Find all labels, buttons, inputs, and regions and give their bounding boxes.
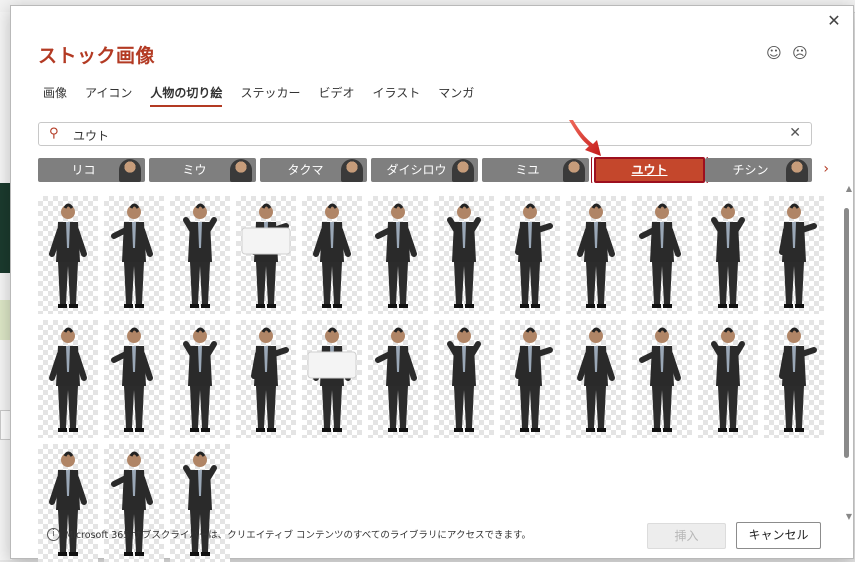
image-result-item[interactable] bbox=[698, 196, 758, 314]
image-result-item[interactable] bbox=[38, 196, 98, 314]
image-result-item[interactable] bbox=[632, 320, 692, 438]
person-chip-label: チシン bbox=[732, 163, 769, 177]
category-tabs: 画像 アイコン 人物の切り絵 ステッカー ビデオ イラスト マンガ bbox=[43, 84, 492, 107]
feedback-buttons: ☺ ☹ bbox=[765, 44, 809, 62]
image-result-item[interactable] bbox=[500, 320, 560, 438]
image-result-item[interactable] bbox=[38, 320, 98, 438]
tab-images[interactable]: 画像 bbox=[43, 84, 67, 107]
image-result-item[interactable] bbox=[368, 320, 428, 438]
person-chip-takuma[interactable]: タクマ bbox=[260, 158, 367, 182]
person-chip-daishirou[interactable]: ダイシロウ bbox=[371, 158, 478, 182]
person-chip-miu[interactable]: ミウ bbox=[149, 158, 256, 182]
image-result-item[interactable] bbox=[170, 196, 230, 314]
image-result-item[interactable] bbox=[236, 196, 296, 314]
scrollbar-thumb[interactable] bbox=[844, 208, 849, 458]
image-result-item[interactable] bbox=[434, 196, 494, 314]
person-chip-riko[interactable]: リコ bbox=[38, 158, 145, 182]
search-input[interactable] bbox=[71, 124, 775, 146]
stock-images-dialog: ✕ ストック画像 ☺ ☹ 画像 アイコン 人物の切り絵 ステッカー ビデオ イラ… bbox=[10, 5, 854, 562]
image-result-item[interactable] bbox=[566, 320, 626, 438]
close-icon[interactable]: ✕ bbox=[823, 10, 845, 32]
image-result-item[interactable] bbox=[302, 320, 362, 438]
tab-icons[interactable]: アイコン bbox=[85, 84, 132, 107]
person-chip-miyu[interactable]: ミユ bbox=[482, 158, 589, 182]
tab-illustrations[interactable]: イラスト bbox=[372, 84, 420, 107]
image-result-item[interactable] bbox=[368, 196, 428, 314]
image-result-item[interactable] bbox=[38, 444, 98, 562]
cancel-button[interactable]: キャンセル bbox=[736, 522, 821, 549]
person-chip-label: リコ bbox=[71, 163, 96, 177]
smile-icon[interactable]: ☺ bbox=[765, 44, 783, 62]
image-result-item[interactable] bbox=[500, 196, 560, 314]
avatar bbox=[452, 159, 474, 182]
image-result-item[interactable] bbox=[764, 320, 824, 438]
image-results-grid bbox=[38, 196, 834, 562]
frown-icon[interactable]: ☹ bbox=[791, 44, 809, 62]
avatar bbox=[119, 159, 141, 182]
image-result-item[interactable] bbox=[632, 196, 692, 314]
clear-search-icon[interactable]: ✕ bbox=[789, 125, 801, 141]
person-chip-label: ダイシロウ bbox=[386, 163, 447, 177]
search-box: ⚲ ✕ bbox=[38, 122, 812, 146]
image-result-item[interactable] bbox=[170, 444, 230, 562]
person-chip-label: ユウト bbox=[631, 163, 668, 177]
image-result-item[interactable] bbox=[104, 444, 164, 562]
image-result-item[interactable] bbox=[104, 196, 164, 314]
image-result-item[interactable] bbox=[236, 320, 296, 438]
image-result-item[interactable] bbox=[566, 196, 626, 314]
callout-arrow-icon bbox=[569, 120, 601, 156]
tab-cutout-people[interactable]: 人物の切り絵 bbox=[150, 84, 223, 107]
person-chip-label: ミユ bbox=[515, 163, 540, 177]
avatar bbox=[230, 159, 252, 182]
person-chip-label: タクマ bbox=[287, 163, 324, 177]
subscription-info-text: Microsoft 365 サブスクライバーは、クリエイティブ コンテンツのすべ… bbox=[65, 530, 532, 541]
person-filter-row: リコ ミウ タクマ ダイシロウ ミユ ユウト チシン bbox=[38, 157, 812, 183]
insert-button[interactable]: 挿入 bbox=[647, 523, 726, 549]
tab-manga[interactable]: マンガ bbox=[438, 84, 474, 107]
person-chip-label: ミウ bbox=[182, 163, 207, 177]
image-result-item[interactable] bbox=[698, 320, 758, 438]
person-chip-yuto[interactable]: ユウト bbox=[592, 157, 707, 183]
image-result-item[interactable] bbox=[170, 320, 230, 438]
image-result-item[interactable] bbox=[434, 320, 494, 438]
image-result-item[interactable] bbox=[104, 320, 164, 438]
scroll-down-arrow-icon[interactable]: ▼ bbox=[846, 512, 852, 521]
avatar bbox=[341, 159, 363, 182]
chevron-right-icon[interactable]: › bbox=[823, 161, 829, 177]
tab-videos[interactable]: ビデオ bbox=[318, 84, 354, 107]
avatar bbox=[786, 159, 808, 182]
info-icon: i bbox=[47, 528, 60, 541]
tab-stickers[interactable]: ステッカー bbox=[240, 84, 300, 107]
avatar bbox=[563, 159, 585, 182]
search-icon: ⚲ bbox=[49, 126, 59, 141]
image-result-item[interactable] bbox=[764, 196, 824, 314]
dialog-title: ストック画像 bbox=[38, 45, 156, 67]
scroll-up-arrow-icon[interactable]: ▲ bbox=[846, 184, 852, 193]
image-result-item[interactable] bbox=[302, 196, 362, 314]
person-chip-chishin[interactable]: チシン bbox=[705, 158, 812, 182]
